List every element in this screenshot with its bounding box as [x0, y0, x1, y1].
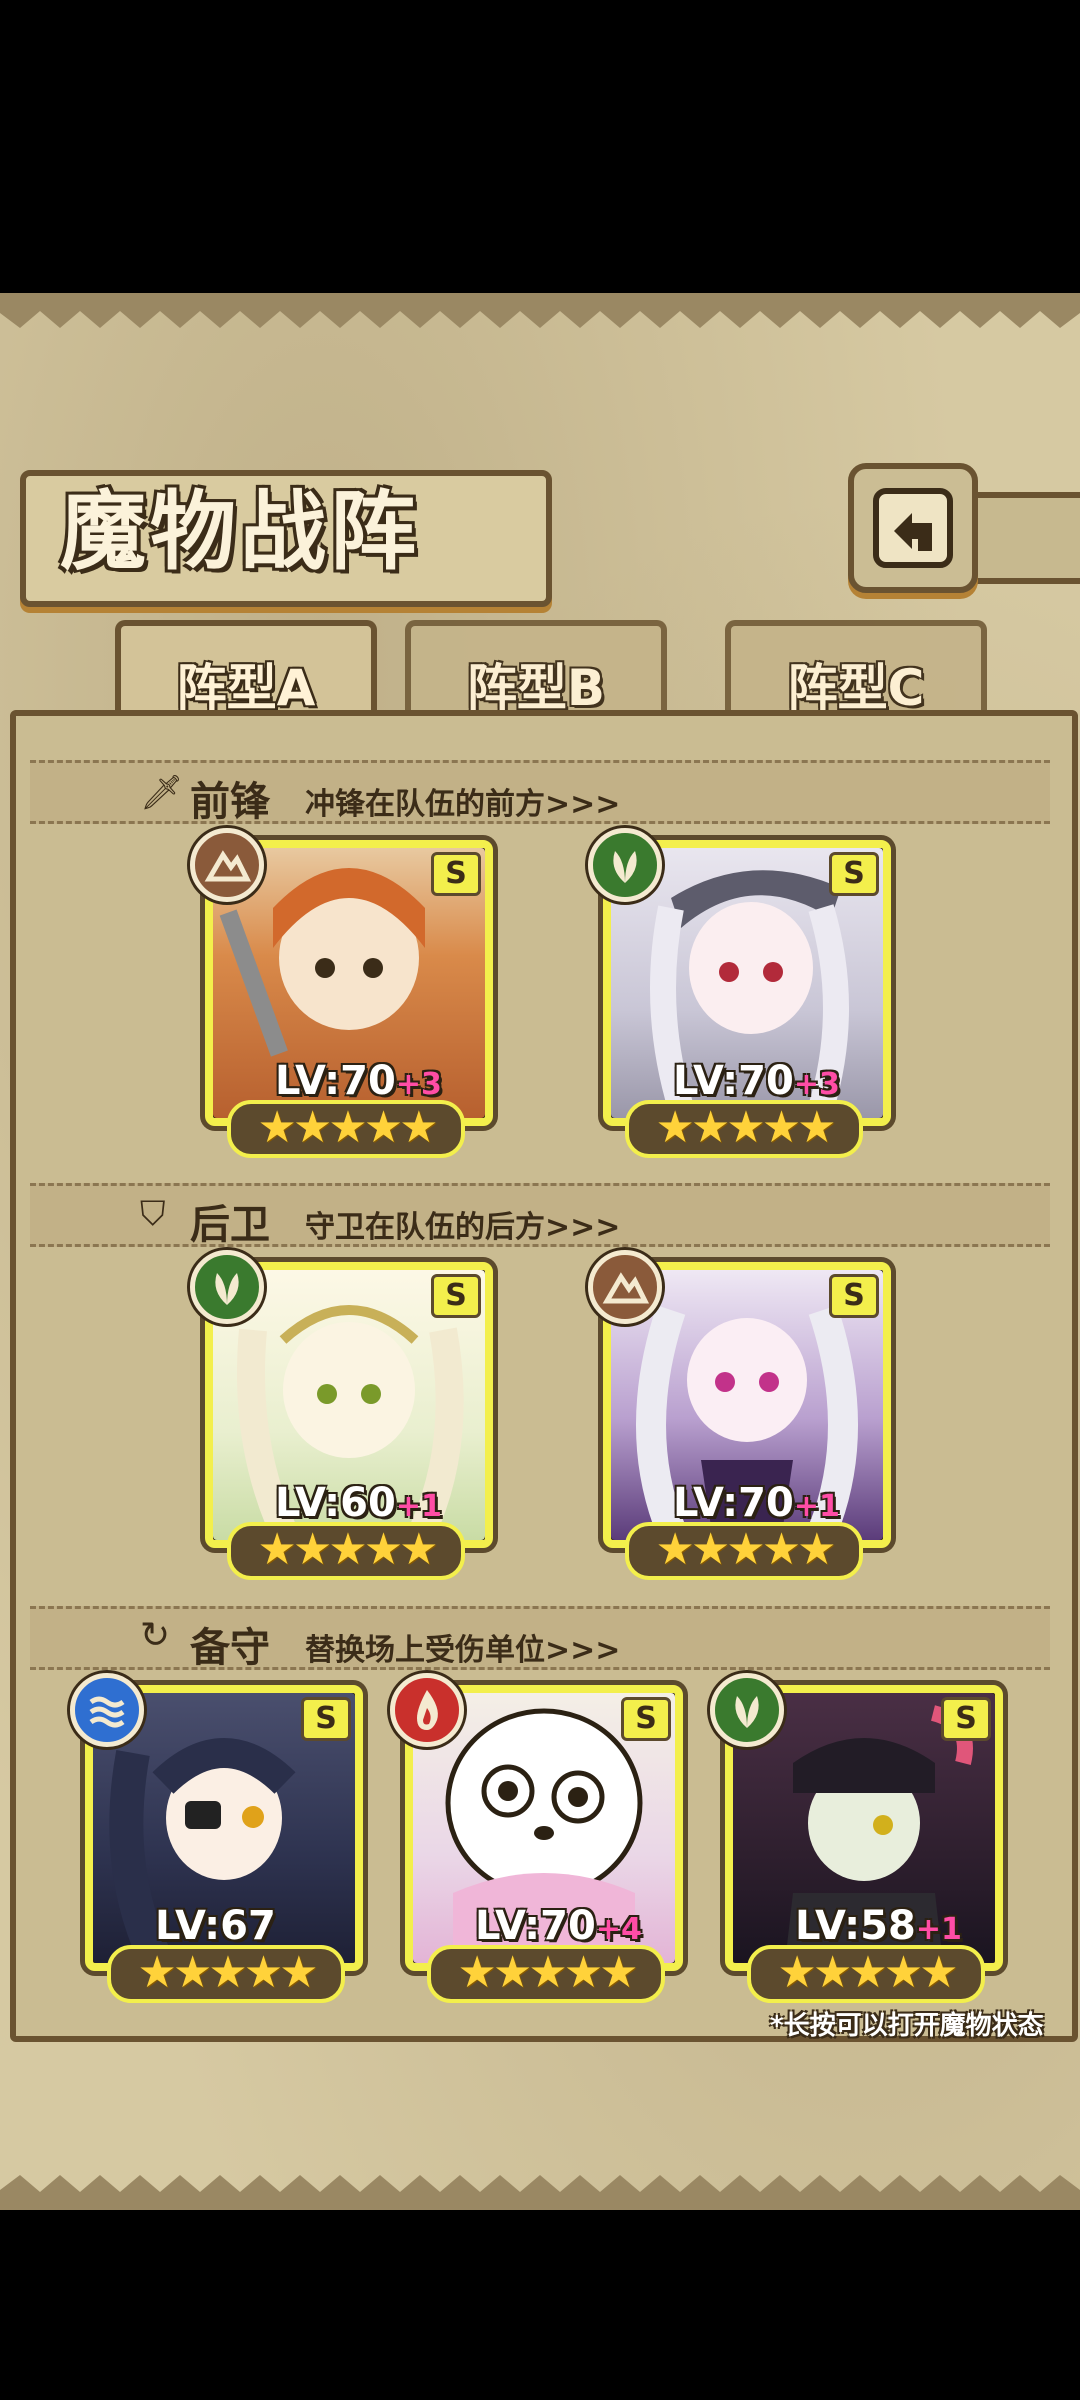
section-back-subtitle: 守卫在队伍的后方>>> — [305, 1210, 621, 1245]
level-bonus: +4 — [595, 1912, 642, 1947]
level-label: LV:70+3 — [673, 1058, 840, 1104]
section-reserve-title: 备守 — [190, 1625, 270, 1671]
level-value: LV:70 — [475, 1903, 596, 1949]
level-value: LV:58 — [795, 1903, 916, 1949]
water-icon — [70, 1673, 144, 1747]
level-bonus: +3 — [395, 1067, 442, 1102]
level-bonus: +1 — [915, 1912, 962, 1947]
back-button[interactable] — [848, 463, 978, 593]
level-value: LV:60 — [275, 1480, 396, 1526]
star-rating: ★★★★★ — [227, 1522, 465, 1580]
rank-badge: S — [431, 852, 481, 896]
level-value: LV:70 — [673, 1058, 794, 1104]
section-reserve: ↻ 备守 替换场上受伤单位>>> — [30, 1606, 1050, 1671]
level-label: LV:70+3 — [275, 1058, 442, 1104]
shield-icon: ⛉ — [140, 1194, 166, 1234]
level-label: LV:70+4 — [475, 1903, 642, 1949]
earth-icon — [190, 828, 264, 902]
rank-badge: S — [621, 1697, 671, 1741]
long-press-hint: *长按可以打开魔物状态 — [770, 2011, 1044, 2041]
level-value: LV:67 — [155, 1903, 276, 1949]
level-label: LV:58+1 — [795, 1903, 962, 1949]
leaf-icon — [190, 1250, 264, 1324]
level-value: LV:70 — [673, 1480, 794, 1526]
star-rating: ★★★★★ — [625, 1522, 863, 1580]
bottom-edge — [0, 2175, 1080, 2210]
swap-icon: ↻ — [140, 1615, 171, 1656]
level-bonus: +1 — [793, 1489, 840, 1524]
section-back-title: 后卫 — [190, 1202, 270, 1248]
level-value: LV:70 — [275, 1058, 396, 1104]
sword-icon: 🗡 — [140, 773, 184, 813]
rank-badge: S — [431, 1274, 481, 1318]
return-icon — [873, 488, 953, 568]
section-front-title: 前锋 — [190, 779, 270, 825]
star-rating: ★★★★★ — [427, 1945, 665, 2003]
page-title: 魔物战阵 — [60, 482, 420, 582]
section-front-subtitle: 冲锋在队伍的前方>>> — [305, 787, 621, 822]
leaf-icon — [710, 1673, 784, 1747]
rank-badge: S — [301, 1697, 351, 1741]
level-bonus: +3 — [793, 1067, 840, 1102]
level-label: LV:67 — [155, 1903, 276, 1949]
section-back: ⛉ 后卫 守卫在队伍的后方>>> — [30, 1183, 1050, 1248]
rank-badge: S — [829, 1274, 879, 1318]
rank-badge: S — [829, 852, 879, 896]
rank-badge: S — [941, 1697, 991, 1741]
earth-icon — [588, 1250, 662, 1324]
star-rating: ★★★★★ — [747, 1945, 985, 2003]
fire-icon — [390, 1673, 464, 1747]
star-rating: ★★★★★ — [107, 1945, 345, 2003]
top-edge — [0, 293, 1080, 328]
section-front: 🗡 前锋 冲锋在队伍的前方>>> — [30, 760, 1050, 825]
leaf-icon — [588, 828, 662, 902]
star-rating: ★★★★★ — [227, 1100, 465, 1158]
level-label: LV:70+1 — [673, 1480, 840, 1526]
level-label: LV:60+1 — [275, 1480, 442, 1526]
level-bonus: +1 — [395, 1489, 442, 1524]
star-rating: ★★★★★ — [625, 1100, 863, 1158]
header-strip — [960, 492, 1080, 584]
section-reserve-subtitle: 替换场上受伤单位>>> — [305, 1633, 621, 1668]
